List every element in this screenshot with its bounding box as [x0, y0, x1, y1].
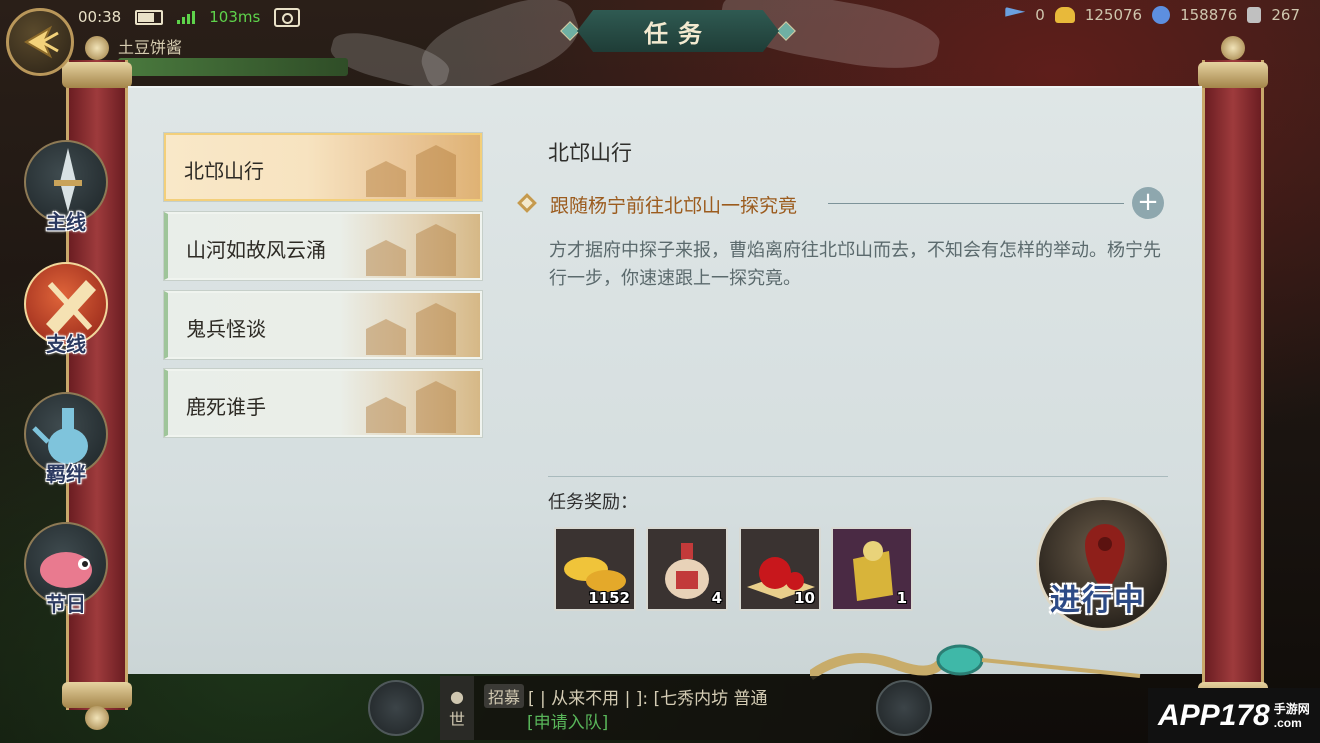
microphone-icon: ●	[450, 686, 464, 706]
quest-list-item[interactable]: 山河如故风云涌	[164, 212, 482, 280]
reward-count: 4	[711, 589, 722, 607]
scroll-knob	[1221, 36, 1245, 60]
plus-icon: +	[1137, 187, 1159, 217]
gold-ingot-icon	[1054, 7, 1075, 23]
scroll-roller-right	[1202, 60, 1264, 710]
signal-icon	[177, 10, 196, 24]
back-arrow-icon	[24, 25, 59, 59]
reward-count: 1152	[588, 589, 630, 607]
currency-bar: 0 125076 158876 267	[1005, 4, 1300, 26]
pagoda-decoration	[366, 381, 456, 433]
quest-title: 鹿死谁手	[186, 395, 266, 419]
title-plate: 任务	[577, 10, 779, 52]
ornament-diamond	[776, 21, 796, 41]
page-title: 任务	[644, 19, 712, 48]
reward-item[interactable]: 1152	[554, 527, 636, 611]
clock: 00:38	[78, 8, 122, 26]
reward-item[interactable]: 10	[739, 527, 821, 611]
pagoda-decoration	[366, 145, 456, 197]
quest-status-label: 进行中	[1050, 583, 1146, 618]
scroll-cap	[62, 682, 132, 708]
currency-value: 0	[1035, 6, 1045, 24]
site-watermark: APP178 手游网 .com	[1148, 688, 1320, 743]
quest-list-item[interactable]: 鹿死谁手	[164, 369, 482, 437]
tab-side-quest[interactable]: 支线	[16, 262, 116, 372]
rewards-label: 任务奖励：	[548, 492, 638, 513]
camera-icon[interactable]	[274, 7, 301, 27]
gem-icon	[1247, 7, 1262, 23]
tab-label: 节日	[46, 592, 86, 616]
scroll-cap	[1198, 62, 1268, 88]
quest-detail-title: 北邙山行	[548, 141, 632, 165]
currency-value: 125076	[1084, 6, 1143, 24]
quest-objective[interactable]: 跟随杨宁前往北邙山一探究竟	[550, 191, 797, 218]
scroll-cap	[62, 62, 132, 88]
ornament-diamond	[560, 21, 580, 41]
expand-objective-button[interactable]: +	[1132, 187, 1164, 219]
team-button[interactable]	[876, 680, 932, 736]
watermark-sub: 手游网	[1273, 701, 1310, 716]
battery-icon	[135, 9, 164, 25]
tab-label: 主线	[46, 210, 86, 234]
currency-value: 267	[1271, 6, 1300, 24]
watermark-logo: APP178	[1158, 698, 1270, 732]
channel-world-label: 世	[448, 709, 465, 729]
reward-count: 10	[794, 589, 815, 607]
player-health-bar	[118, 58, 348, 76]
watermark-sub: .com	[1273, 715, 1302, 730]
back-button[interactable]	[6, 8, 74, 76]
quest-title: 鬼兵怪谈	[186, 317, 266, 341]
title-plaque: 任务	[560, 8, 796, 54]
chat-message: [ | 从来不用 | ]: [七秀内坊 普通	[528, 689, 768, 709]
objective-divider	[828, 203, 1124, 204]
reward-item[interactable]: 1	[831, 527, 913, 611]
ping-readout: 103ms	[209, 8, 261, 26]
flag-icon	[1005, 7, 1026, 17]
reward-item[interactable]: 4	[646, 527, 728, 611]
rewards-divider	[548, 476, 1168, 477]
quest-list-item[interactable]: 北邙山行	[164, 133, 482, 201]
tab-festival-quest[interactable]: 节日	[16, 522, 116, 632]
tab-label: 支线	[46, 332, 86, 356]
currency-value: 158876	[1180, 6, 1238, 24]
chat-apply-link[interactable]: [申请入队]	[527, 708, 608, 733]
quest-title: 山河如故风云涌	[186, 238, 326, 262]
silver-coin-icon	[1152, 6, 1171, 24]
chat-bubble-button[interactable]	[368, 680, 424, 736]
player-name: 土豆饼酱	[118, 38, 183, 57]
tab-label: 羁绊	[46, 462, 86, 486]
voice-button[interactable]: ● 世	[440, 676, 474, 740]
quest-title: 北邙山行	[184, 159, 264, 183]
pagoda-decoration	[366, 224, 456, 276]
device-status-bar: 00:38 103ms	[78, 6, 301, 28]
reward-count: 1	[896, 589, 907, 607]
scroll-knob	[85, 706, 109, 730]
quest-description: 方才据府中探子来报，曹焰离府往北邙山而去，不知会有怎样的举动。杨宁先行一步，你速…	[549, 240, 1161, 289]
chat-channel-tag: 招募	[484, 684, 525, 708]
scroll-knob	[85, 36, 109, 60]
tab-bond-quest[interactable]: 羁绊	[16, 392, 116, 502]
pagoda-decoration	[366, 303, 456, 355]
tab-main-quest[interactable]: 主线	[16, 140, 116, 250]
quest-list-item[interactable]: 鬼兵怪谈	[164, 291, 482, 359]
